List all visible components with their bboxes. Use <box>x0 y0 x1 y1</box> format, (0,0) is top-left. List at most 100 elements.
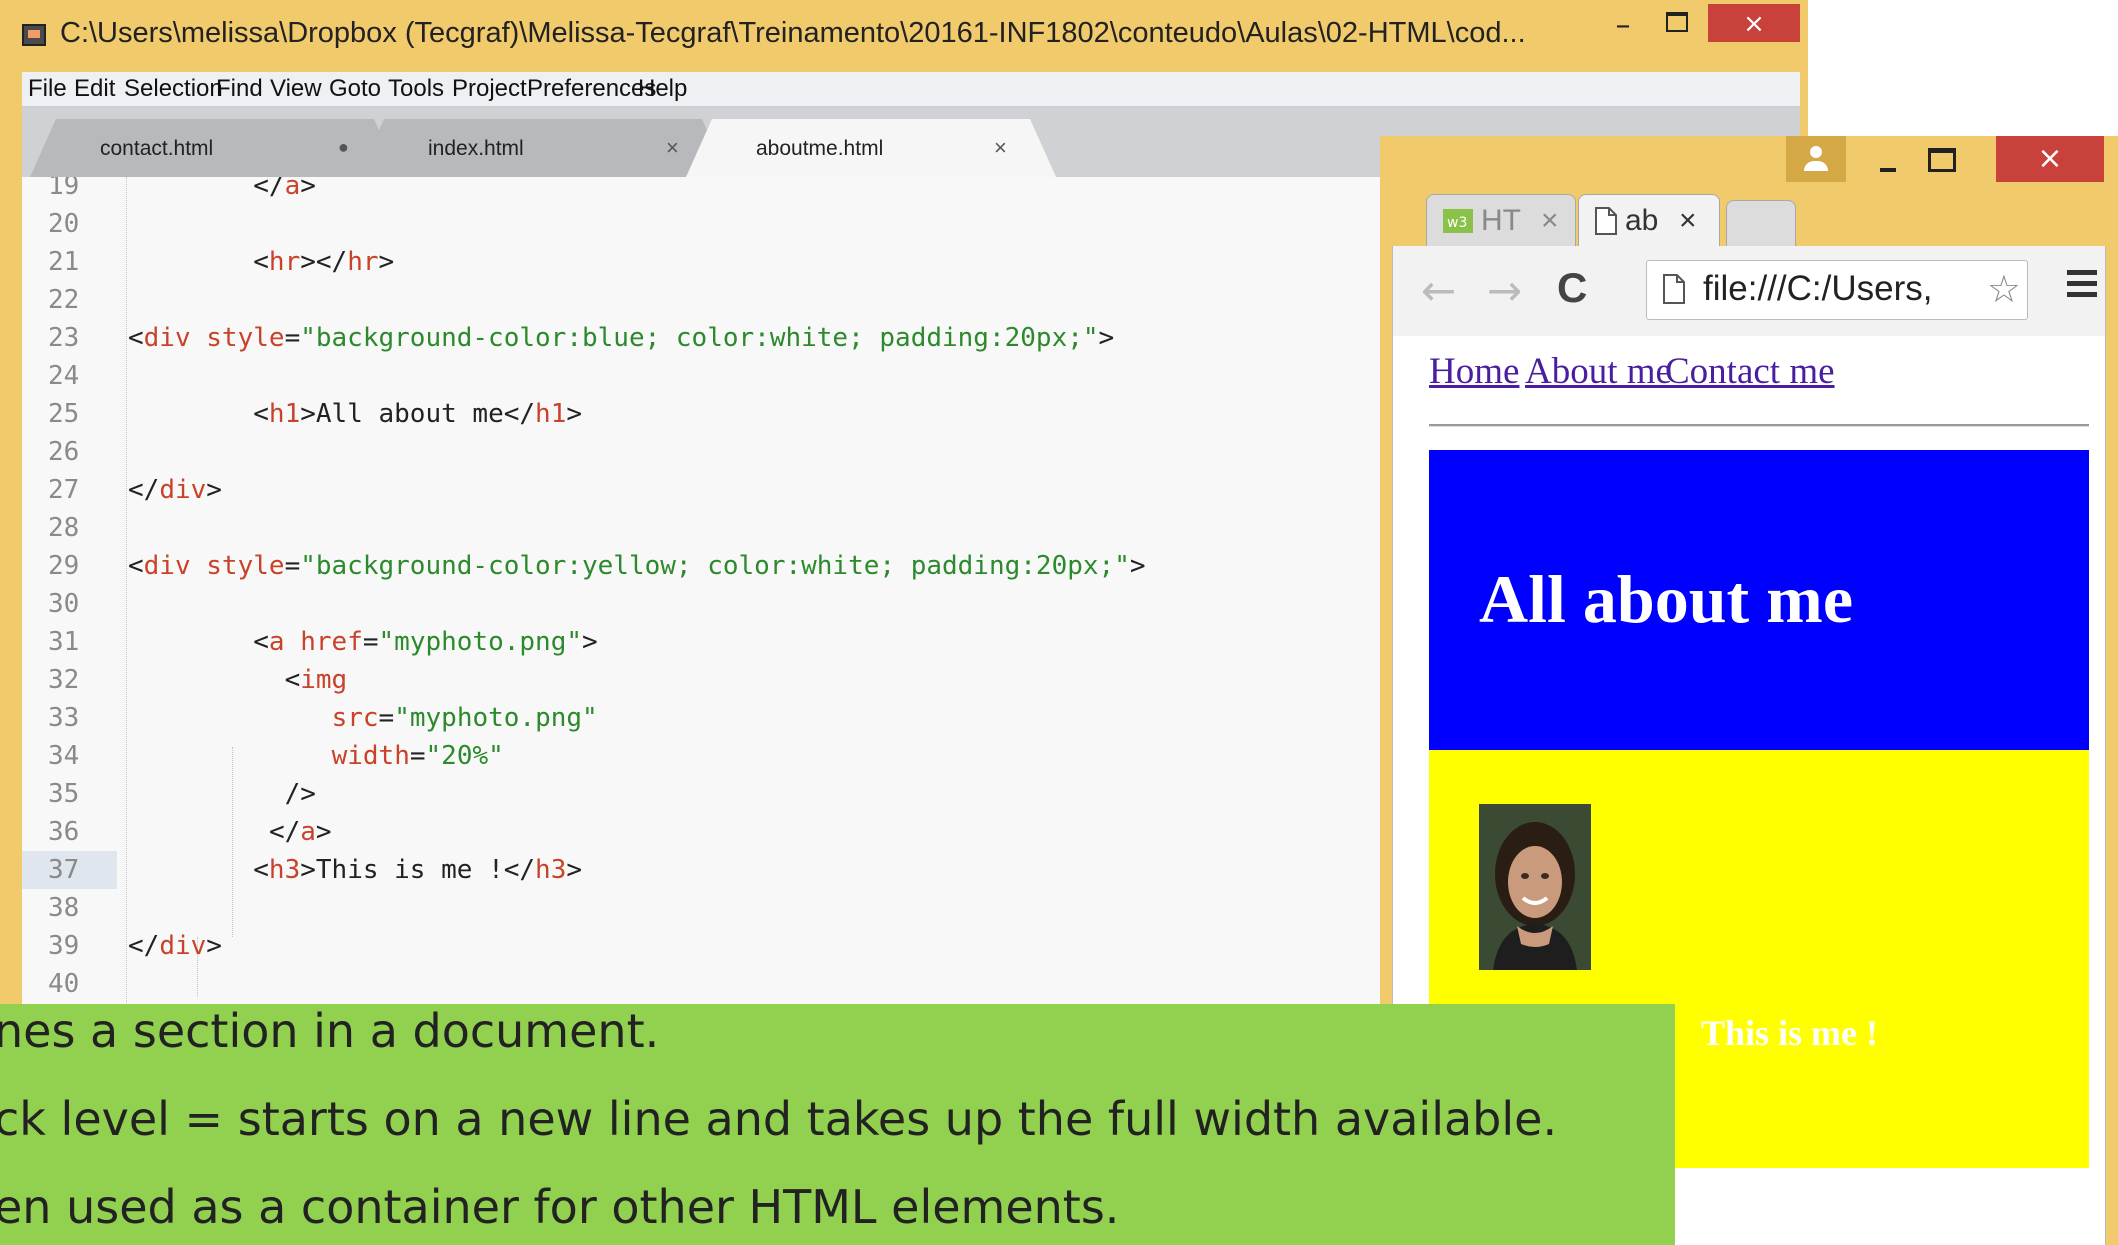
menu-view[interactable]: View <box>270 72 322 106</box>
editor-menubar: File Edit Selection Find View Goto Tools… <box>22 72 1800 107</box>
menu-edit[interactable]: Edit <box>74 72 115 106</box>
tab-label: contact.html <box>100 137 214 160</box>
code-line: </a> <box>268 817 332 847</box>
this-is-me-heading: This is me ! <box>1701 1013 1879 1053</box>
tab-close-icon[interactable]: × <box>1679 204 1697 238</box>
code-line: <img <box>284 665 348 695</box>
line-number: 36 <box>48 817 80 847</box>
tab-close-icon[interactable]: × <box>994 135 1007 161</box>
line-number: 37 <box>48 855 80 885</box>
caption-line-3: en used as a container for other HTML el… <box>0 1180 1120 1234</box>
tab-label: aboutme.html <box>756 137 884 160</box>
back-button[interactable]: ← <box>1421 266 1456 315</box>
bookmark-star-icon[interactable]: ☆ <box>1987 267 2021 311</box>
menu-selection[interactable]: Selection <box>124 72 223 106</box>
svg-text:w3: w3 <box>1447 215 1467 231</box>
tab-close-icon[interactable]: × <box>1541 204 1559 238</box>
maximize-icon <box>1666 12 1688 32</box>
code-line: /> <box>284 779 316 809</box>
editor-minimize-button[interactable]: – <box>1600 6 1646 46</box>
menu-find[interactable]: Find <box>216 72 263 106</box>
code-line: <div style="background-color:yellow; col… <box>128 551 1146 581</box>
tab-index-html[interactable]: index.html × <box>358 119 728 177</box>
page-heading: All about me <box>1479 561 1853 637</box>
caption-line-1: nes a section in a document. <box>0 1004 660 1058</box>
browser-tab-label: HT <box>1481 204 1521 237</box>
code-line: <a href="myphoto.png"> <box>253 627 598 657</box>
horizontal-rule <box>1429 424 2089 427</box>
browser-maximize-button[interactable] <box>1928 148 1956 172</box>
line-number: 31 <box>48 627 80 657</box>
sublime-app-icon <box>22 24 46 46</box>
line-number: 30 <box>48 589 80 619</box>
code-line: <h3>This is me !</h3> <box>253 855 583 885</box>
tab-aboutme-html[interactable]: aboutme.html × <box>686 119 1056 177</box>
line-number: 40 <box>48 969 80 999</box>
user-profile-icon[interactable] <box>1786 136 1846 182</box>
editor-maximize-button[interactable] <box>1654 6 1700 46</box>
menu-preferences[interactable]: Preferences <box>527 72 656 106</box>
line-number: 34 <box>48 741 80 771</box>
line-number: 20 <box>48 209 80 239</box>
line-number: 23 <box>48 323 80 353</box>
page-icon <box>1663 274 1685 308</box>
code-line: src="myphoto.png" <box>331 703 598 733</box>
browser-tabstrip: w3 HT × ab × <box>1392 186 2118 246</box>
caption-line-2: ck level = starts on a new line and take… <box>0 1092 1558 1146</box>
tab-contact-html[interactable]: contact.html ● <box>30 119 400 177</box>
forward-button[interactable]: → <box>1487 266 1522 315</box>
address-bar[interactable]: file:///C:/Users, ☆ <box>1646 260 2028 320</box>
line-number: 28 <box>48 513 80 543</box>
line-number: 33 <box>48 703 80 733</box>
blue-section: All about me <box>1429 450 2089 750</box>
browser-tab-aboutme[interactable]: ab × <box>1578 194 1720 246</box>
line-number: 26 <box>48 437 80 467</box>
line-number: 29 <box>48 551 80 581</box>
code-line: </div> <box>128 931 222 961</box>
profile-photo[interactable] <box>1479 804 1591 970</box>
editor-titlebar[interactable]: C:\Users\melissa\Dropbox (Tecgraf)\Melis… <box>0 0 1808 72</box>
tab-label: index.html <box>428 137 524 160</box>
browser-tab-w3schools[interactable]: w3 HT × <box>1426 194 1576 246</box>
unsaved-dot-icon[interactable]: ● <box>338 137 349 158</box>
code-line: <h1>All about me</h1> <box>253 399 583 429</box>
menu-tools[interactable]: Tools <box>388 72 444 106</box>
reload-button[interactable]: C <box>1557 264 1587 312</box>
line-number: 19 <box>48 177 80 201</box>
menu-project[interactable]: Project <box>452 72 527 106</box>
nav-link-about-me[interactable]: About me <box>1525 350 1672 393</box>
line-number: 21 <box>48 247 80 277</box>
browser-toolbar: ← → C file:///C:/Users, ☆ <box>1392 246 2106 336</box>
line-number: 38 <box>48 893 80 923</box>
code-line: </div> <box>128 475 222 505</box>
code-line: <hr></hr> <box>253 247 395 277</box>
line-number: 39 <box>48 931 80 961</box>
line-number: 35 <box>48 779 80 809</box>
editor-close-button[interactable]: × <box>1708 4 1800 42</box>
browser-close-button[interactable]: × <box>1996 136 2104 182</box>
code-line: width="20%" <box>331 741 504 771</box>
browser-menu-icon[interactable] <box>2067 264 2097 303</box>
line-number: 32 <box>48 665 80 695</box>
browser-minimize-button[interactable] <box>1870 146 1910 176</box>
line-number: 25 <box>48 399 80 429</box>
line-number: 24 <box>48 361 80 391</box>
slide-caption-box: nes a section in a document. ck level = … <box>0 1004 1675 1245</box>
menu-goto[interactable]: Goto <box>329 72 381 106</box>
menu-help[interactable]: Help <box>638 72 687 106</box>
tab-close-icon[interactable]: × <box>666 135 679 161</box>
w3schools-icon: w3 <box>1443 207 1473 241</box>
browser-tab-label: ab <box>1625 204 1659 237</box>
code-line: <div style="background-color:blue; color… <box>128 323 1115 353</box>
line-number: 27 <box>48 475 80 505</box>
page-icon <box>1595 207 1617 243</box>
line-number: 22 <box>48 285 80 315</box>
indent-guide <box>232 747 233 937</box>
address-bar-url: file:///C:/Users, <box>1703 269 1933 308</box>
menu-file[interactable]: File <box>28 72 67 106</box>
editor-window-title: C:\Users\melissa\Dropbox (Tecgraf)\Melis… <box>60 17 1526 49</box>
new-tab-button[interactable] <box>1726 200 1796 246</box>
code-line: </a> <box>253 177 316 201</box>
nav-link-contact-me[interactable]: Contact me <box>1665 350 1835 393</box>
nav-link-home[interactable]: Home <box>1429 350 1519 393</box>
